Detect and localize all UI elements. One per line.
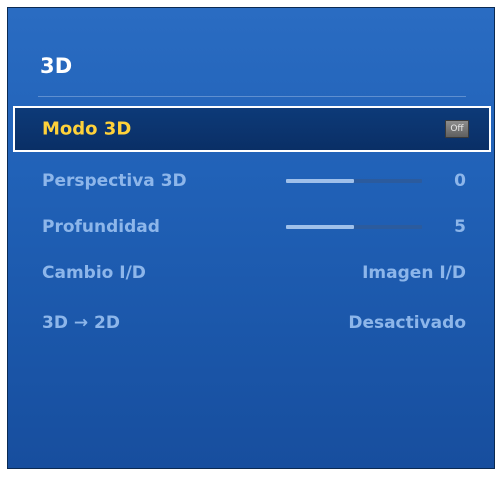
title-divider — [38, 96, 466, 97]
cambio-id-value: Imagen I/D — [362, 263, 466, 283]
menu-item-modo-3d[interactable]: Modo 3D Off — [13, 106, 491, 152]
menu-item-perspectiva-3d[interactable]: Perspectiva 3D 0 — [8, 158, 494, 204]
menu-item-label: Perspectiva 3D — [42, 171, 187, 191]
menu-item-3d-to-2d[interactable]: 3D → 2D Desactivado — [8, 300, 494, 346]
profundidad-value: 5 — [454, 217, 466, 237]
menu-item-label: 3D → 2D — [42, 313, 120, 333]
3d-to-2d-value: Desactivado — [348, 313, 466, 333]
panel-title: 3D — [40, 54, 73, 78]
menu-item-cambio-id[interactable]: Cambio I/D Imagen I/D — [8, 250, 494, 296]
menu-item-label: Modo 3D — [42, 118, 132, 140]
profundidad-slider-fill — [286, 225, 354, 229]
perspectiva-slider-track[interactable] — [286, 179, 422, 183]
profundidad-slider-track[interactable] — [286, 225, 422, 229]
menu-item-profundidad[interactable]: Profundidad 5 — [8, 204, 494, 250]
menu-item-label: Profundidad — [42, 217, 160, 237]
perspectiva-value: 0 — [454, 171, 466, 191]
off-status-badge: Off — [445, 120, 469, 138]
3d-settings-panel: 3D Modo 3D Off Perspectiva 3D 0 Profundi… — [7, 7, 495, 469]
menu-item-label: Cambio I/D — [42, 263, 146, 283]
perspectiva-slider-fill — [286, 179, 354, 183]
